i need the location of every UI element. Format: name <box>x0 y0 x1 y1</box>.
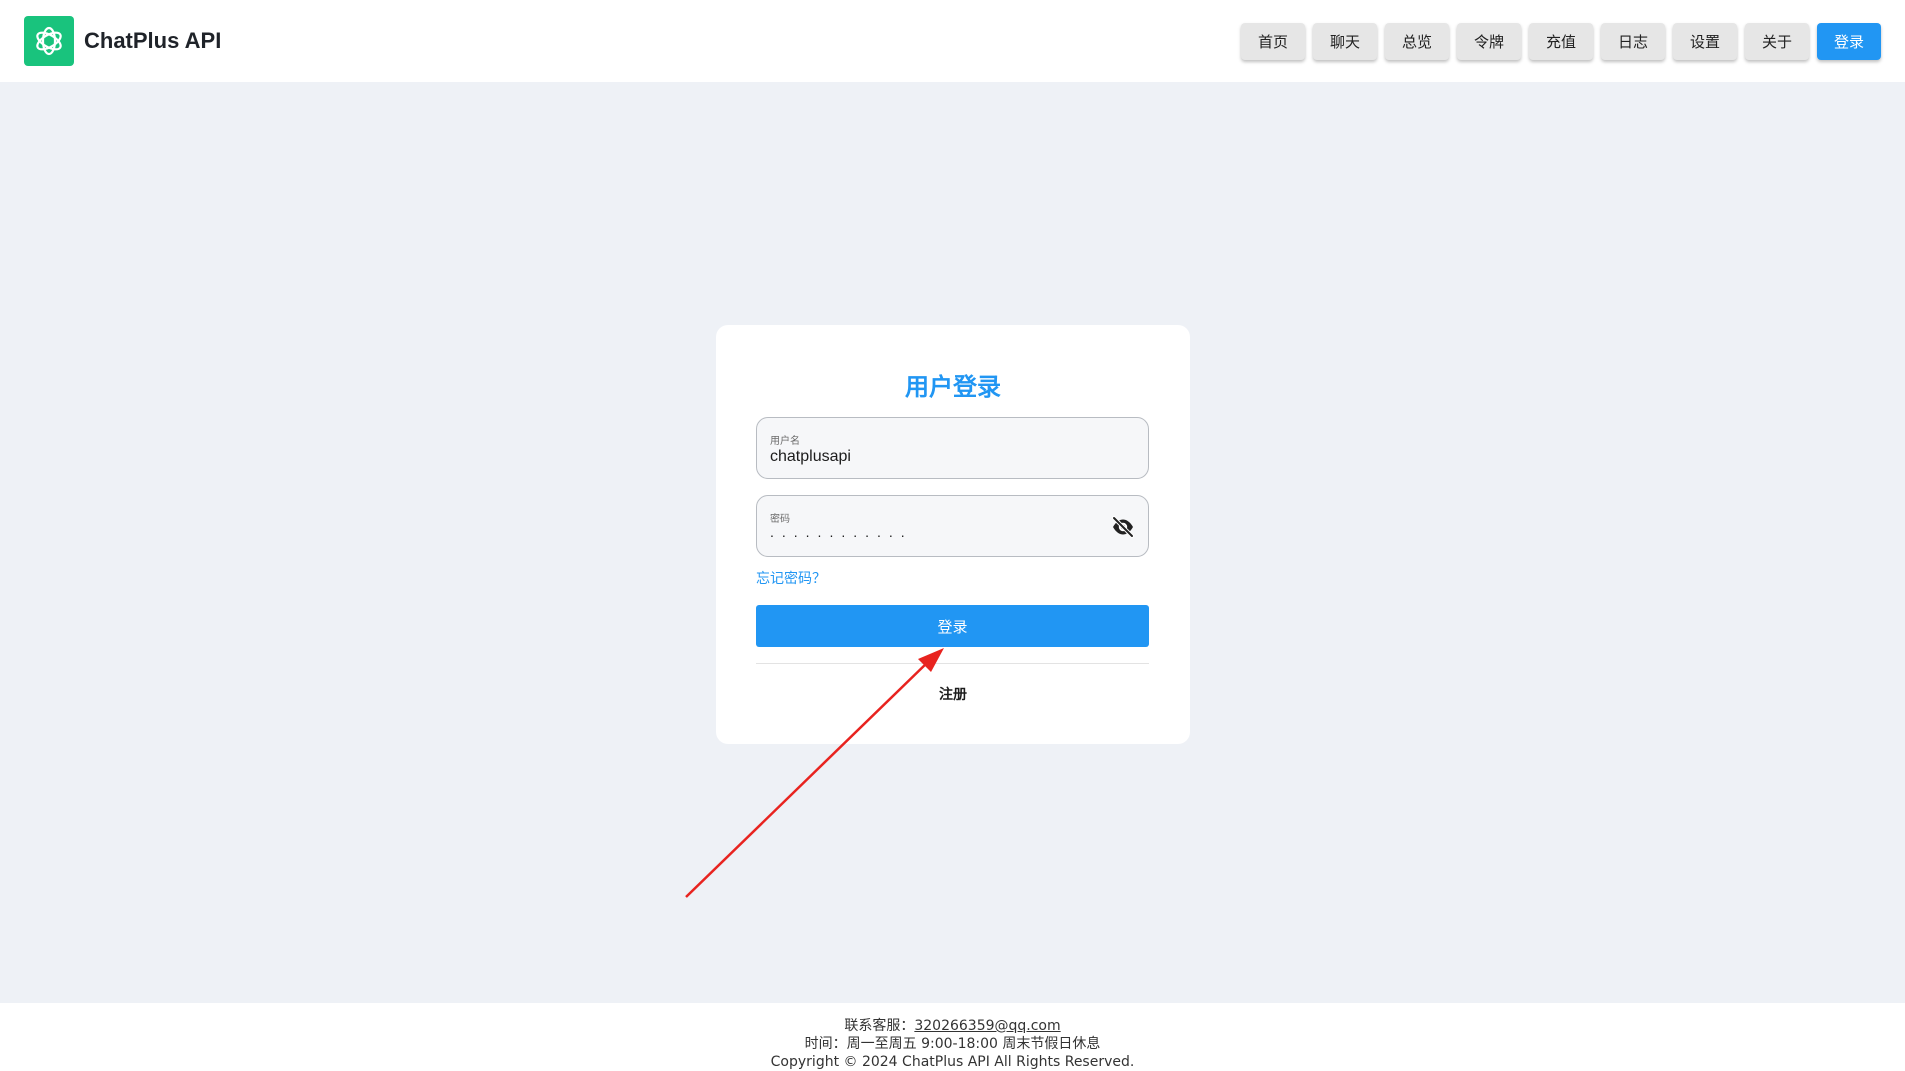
page-footer: 联系客服：320266359@qq.com 时间：周一至周五 9:00-18:0… <box>0 1003 1905 1071</box>
nav-settings-button[interactable]: 设置 <box>1673 22 1737 60</box>
footer-contact: 联系客服：320266359@qq.com <box>0 1017 1905 1035</box>
login-submit-button[interactable]: 登录 <box>756 605 1149 647</box>
footer-hours: 时间：周一至周五 9:00-18:00 周末节假日休息 <box>804 1036 1101 1052</box>
openai-logo-icon <box>24 16 74 66</box>
top-header: ChatPlus API 首页 聊天 总览 令牌 充值 日志 设置 关于 登录 <box>0 0 1905 82</box>
nav-logs-button[interactable]: 日志 <box>1601 22 1665 60</box>
username-label: 用户名 <box>770 436 800 447</box>
forgot-password-link[interactable]: 忘记密码？ <box>756 568 826 588</box>
footer-copyright: Copyright © 2024 ChatPlus API All Rights… <box>770 1054 1135 1070</box>
nav-login-button[interactable]: 登录 <box>1817 22 1881 60</box>
login-title: 用户登录 <box>905 373 1001 401</box>
divider <box>756 663 1149 664</box>
username-input[interactable] <box>770 448 1100 466</box>
register-link[interactable]: 注册 <box>716 684 1190 704</box>
top-nav: 首页 聊天 总览 令牌 充值 日志 设置 关于 登录 <box>1241 22 1881 60</box>
password-input[interactable] <box>770 524 1100 540</box>
nav-tokens-button[interactable]: 令牌 <box>1457 22 1521 60</box>
nav-overview-button[interactable]: 总览 <box>1385 22 1449 60</box>
nav-topup-button[interactable]: 充值 <box>1529 22 1593 60</box>
footer-contact-email-link[interactable]: 320266359@qq.com <box>914 1018 1060 1034</box>
nav-chat-button[interactable]: 聊天 <box>1313 22 1377 60</box>
footer-contact-label: 联系客服： <box>844 1018 915 1034</box>
username-field[interactable]: 用户名 <box>756 417 1149 479</box>
nav-about-button[interactable]: 关于 <box>1745 22 1809 60</box>
brand-name: ChatPlus API <box>84 28 222 53</box>
password-field[interactable]: 密码 <box>756 495 1149 557</box>
login-card: 用户登录 用户名 密码 忘记密码？ 登录 注册 <box>716 325 1190 744</box>
eye-off-icon[interactable] <box>1110 514 1136 540</box>
nav-home-button[interactable]: 首页 <box>1241 22 1305 60</box>
brand[interactable]: ChatPlus API <box>24 16 221 66</box>
password-label: 密码 <box>770 514 790 525</box>
